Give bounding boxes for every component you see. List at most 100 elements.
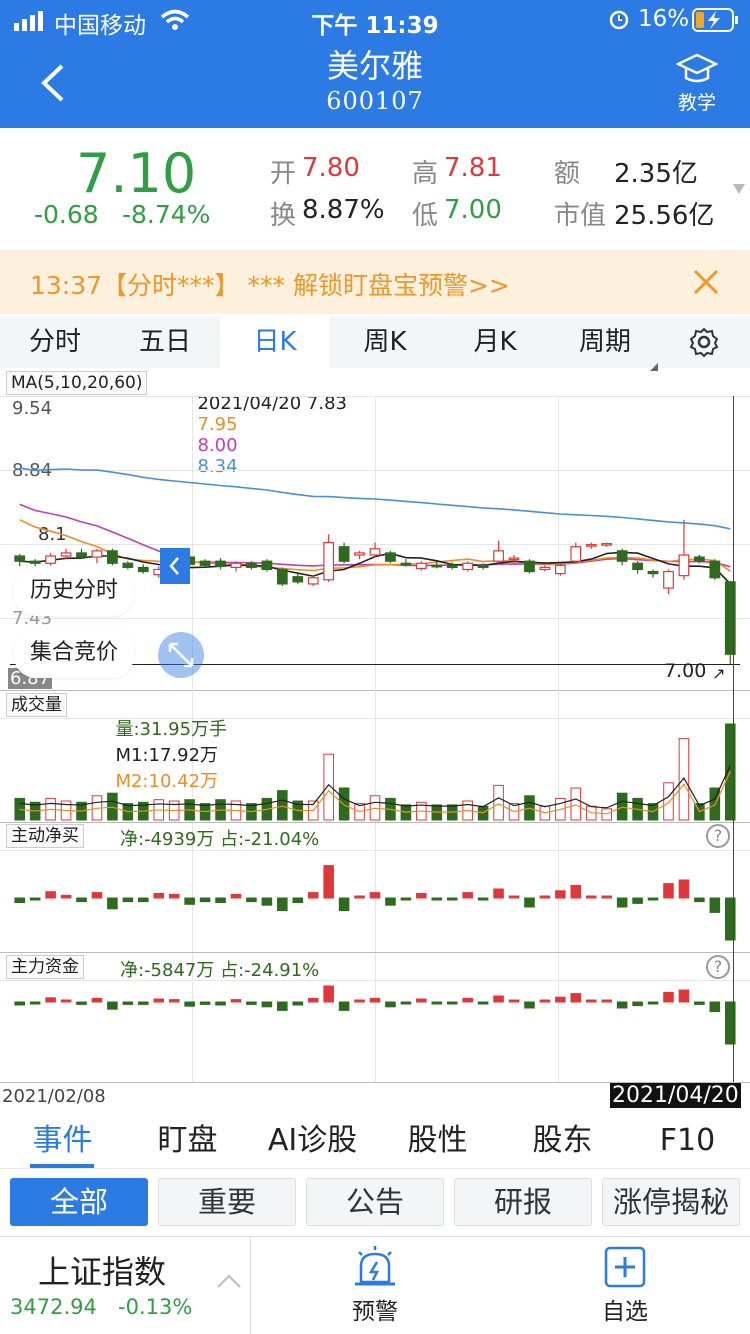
tab-intraday[interactable]: 分时 [0, 316, 110, 368]
gear-icon[interactable] [688, 326, 720, 362]
main-fund-bar [601, 999, 612, 1003]
mktcap-value: 25.56亿 [614, 201, 715, 231]
main-fund-bar [446, 1001, 458, 1005]
teach-button[interactable]: 教学 [674, 52, 720, 115]
title-block: 美尔雅 600107 [0, 46, 750, 116]
alarm-icon [608, 8, 630, 36]
ma-selector[interactable]: MA(5,10,20,60) [6, 371, 148, 395]
candle-body [137, 566, 149, 573]
filter-research[interactable]: 研报 [454, 1178, 592, 1226]
candle-body [554, 564, 566, 575]
tab-five-day[interactable]: 五日 [110, 316, 220, 368]
main-fund-bar [709, 1001, 721, 1013]
main-fund-bar [277, 1001, 288, 1011]
net-buy-bar [524, 897, 535, 908]
tab-watch[interactable]: 盯盘 [125, 1118, 250, 1168]
net-buy-chart[interactable] [0, 850, 750, 952]
filter-all[interactable]: 全部 [10, 1178, 148, 1226]
candle-body [663, 570, 674, 589]
tab-monthly-k[interactable]: 月K [440, 316, 550, 368]
candle-body [230, 562, 242, 568]
tab-shareholders[interactable]: 股东 [500, 1118, 625, 1168]
call-auction-button[interactable]: 集合竞价 [14, 628, 135, 678]
volume-chart[interactable] [0, 718, 750, 822]
index-ticker[interactable]: 上证指数 3472.94 -0.13% [0, 1237, 250, 1334]
candle-body [307, 577, 319, 585]
tab-f10[interactable]: F10 [625, 1118, 750, 1168]
net-buy-bar [107, 897, 118, 910]
main-fund-bar [354, 999, 365, 1003]
main-fund-bar [385, 1001, 396, 1008]
candle-body [693, 556, 705, 562]
main-fund-bar [60, 999, 72, 1003]
open-label: 开 [270, 159, 297, 189]
tab-weekly-k[interactable]: 周K [330, 316, 440, 368]
net-buy-text: 净:-4939万 占:-21.04% [120, 829, 320, 850]
filter-important[interactable]: 重要 [158, 1178, 296, 1226]
grid-line [0, 952, 750, 953]
net-buy-bar [663, 883, 674, 899]
main-fund-bar [524, 1001, 535, 1009]
low-value: 7.00 [444, 195, 502, 225]
chevron-up-icon [216, 1273, 242, 1293]
volume-selector[interactable]: 成交量 [6, 693, 67, 717]
filter-limit-up[interactable]: 涨停揭秘 [602, 1178, 740, 1226]
tab-stock-nature[interactable]: 股性 [375, 1118, 500, 1168]
net-buy-bar [462, 892, 473, 899]
candle-body [524, 560, 535, 573]
main-fund-bar [122, 1001, 134, 1005]
alarm-bell-icon [355, 1246, 395, 1286]
tab-daily-k[interactable]: 日K [220, 316, 330, 368]
net-buy-bar [539, 895, 551, 899]
net-buy-bar [230, 893, 242, 899]
fullscreen-button[interactable] [158, 632, 204, 678]
net-buy-bar [570, 884, 582, 899]
net-buy-selector[interactable]: 主动净买 [6, 824, 84, 848]
net-buy-bar [153, 893, 165, 899]
main-fund-bar [230, 999, 242, 1003]
ma60-line [19, 467, 731, 530]
alert-label: 预警 [352, 1299, 398, 1325]
main-fund-bar [338, 1001, 350, 1011]
collapse-button[interactable] [160, 548, 190, 584]
alert-button[interactable]: 预警 [300, 1240, 450, 1334]
expand-caret-icon[interactable] [732, 180, 746, 199]
main-fund-bar [632, 1001, 643, 1007]
candle-body [76, 552, 87, 558]
current-price: 7.10 [76, 142, 197, 205]
net-buy-bar [369, 892, 381, 899]
net-buy-bar [555, 890, 566, 899]
open-value: 7.80 [302, 153, 360, 183]
close-icon[interactable] [692, 268, 720, 300]
main-fund-bar [292, 1001, 304, 1006]
main-fund-bar [76, 1001, 87, 1005]
index-change: -0.13% [118, 1295, 193, 1319]
alert-banner[interactable]: 13:37【分时***】 *** 解锁盯盘宝预警>> [0, 250, 750, 314]
history-intraday-button[interactable]: 历史分时 [14, 566, 135, 616]
filter-announcement[interactable]: 公告 [306, 1178, 444, 1226]
main-fund-bar [508, 999, 520, 1003]
main-fund-bar [246, 1001, 257, 1005]
candle-body [616, 550, 628, 562]
candle-body [431, 564, 443, 568]
grid-line [0, 822, 750, 823]
main-fund-chart[interactable] [0, 980, 750, 1082]
tab-period[interactable]: 周期 [550, 316, 660, 368]
net-buy-bar [508, 895, 520, 899]
main-fund-bar [431, 1001, 443, 1005]
candle-body [585, 544, 597, 547]
add-watchlist-button[interactable]: 自选 [550, 1240, 700, 1334]
main-fund-bar [539, 999, 551, 1003]
price-change: -0.68 [34, 200, 99, 229]
net-buy-bar [45, 891, 56, 899]
tab-events[interactable]: 事件 [0, 1118, 125, 1168]
net-buy-bar [60, 894, 72, 899]
tab-ai-diagnosis[interactable]: AI诊股 [250, 1118, 375, 1168]
main-fund-selector[interactable]: 主力资金 [6, 955, 84, 979]
main-fund-bar [477, 1001, 489, 1005]
candle-body [678, 554, 690, 577]
net-buy-bar [709, 897, 721, 913]
candle-body [29, 560, 41, 564]
help-icon[interactable]: ? [706, 955, 730, 979]
help-icon[interactable]: ? [706, 824, 730, 848]
